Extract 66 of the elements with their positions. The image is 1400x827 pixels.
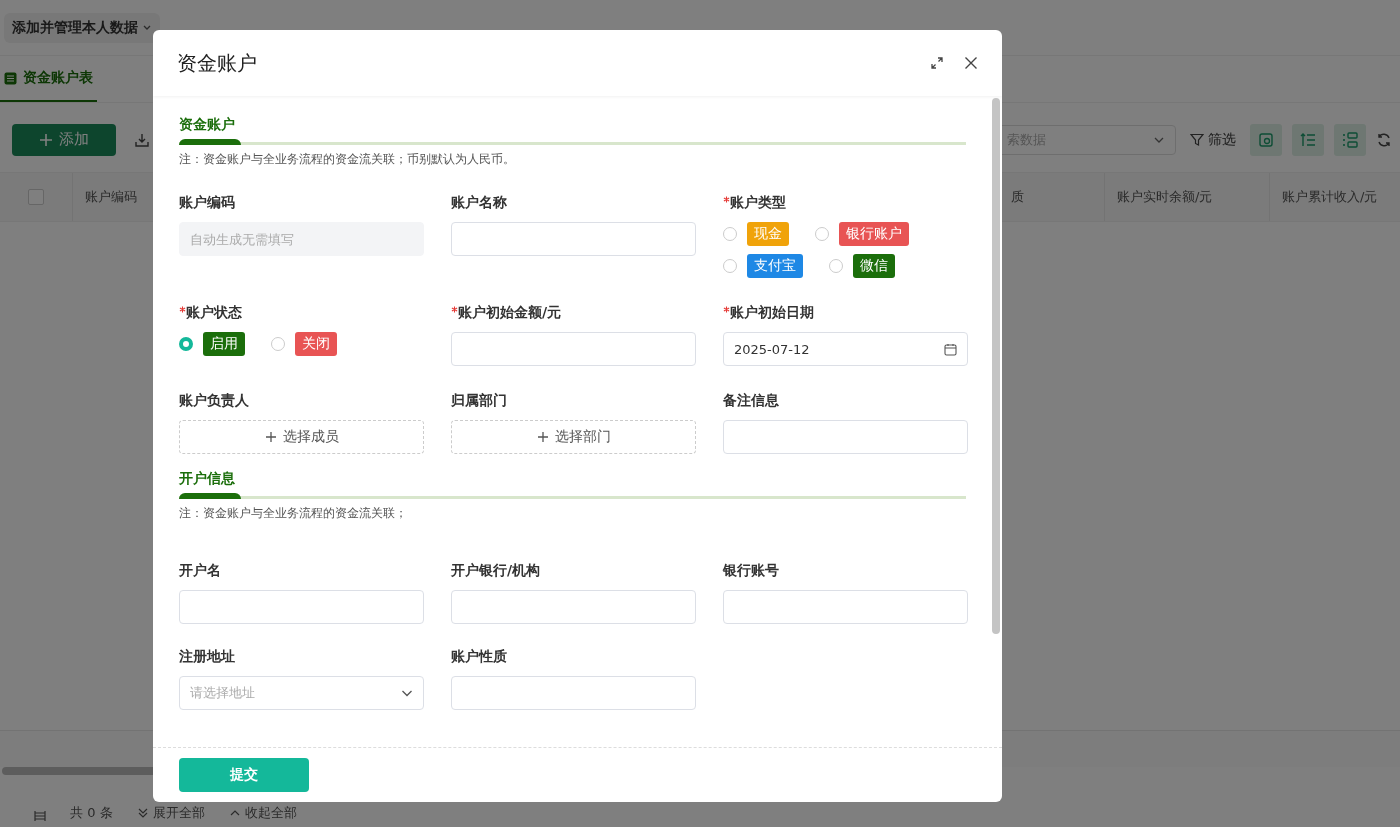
- section-title: 开户信息: [179, 470, 236, 488]
- option-tag[interactable]: 启用: [203, 332, 245, 356]
- field-label: 账户性质: [451, 648, 507, 666]
- option-tag[interactable]: 支付宝: [747, 254, 803, 278]
- input-field[interactable]: [723, 590, 968, 624]
- section-title: 资金账户: [179, 116, 236, 134]
- sort-icon[interactable]: [1292, 123, 1324, 156]
- filter-button[interactable]: 筛选: [1186, 130, 1240, 149]
- dialog-title: 资金账户: [177, 49, 257, 77]
- column-header: 账户实时余额/元: [1117, 188, 1213, 206]
- add-button[interactable]: 添加: [12, 123, 116, 156]
- option-tag[interactable]: 微信: [853, 254, 895, 278]
- field-label: 账户初始日期: [730, 304, 814, 322]
- column-header: 账户累计收入/元: [1282, 188, 1378, 206]
- field-label: 账户负责人: [179, 392, 249, 410]
- plus-icon: [264, 431, 277, 443]
- collapse-all-link[interactable]: 收起全部: [228, 804, 297, 822]
- field-label: 账户编码: [179, 194, 235, 212]
- view-icon[interactable]: [1250, 123, 1282, 156]
- section-note: 注：资金账户与全业务流程的资金流关联；: [179, 505, 408, 522]
- select-button[interactable]: 选择成员: [179, 420, 424, 454]
- field-label: 账户类型: [730, 194, 786, 212]
- option-tag[interactable]: 银行账户: [839, 222, 909, 246]
- field-label: 开户名: [179, 562, 221, 580]
- input-field[interactable]: [179, 590, 424, 624]
- refresh-icon[interactable]: [1376, 131, 1392, 148]
- record-count: 共 0 条: [70, 804, 113, 822]
- submit-button[interactable]: 提交: [179, 758, 309, 792]
- radio-button[interactable]: [179, 337, 193, 351]
- section-note: 注：资金账户与全业务流程的资金流关联；币别默认为人民币。: [179, 151, 516, 168]
- calendar-icon: [944, 342, 957, 356]
- select-button[interactable]: 选择部门: [451, 420, 696, 454]
- breadcrumb-button[interactable]: 添加并管理本人数据: [4, 12, 160, 43]
- checkbox[interactable]: [28, 189, 44, 205]
- input-field[interactable]: [723, 420, 968, 454]
- field-label: 注册地址: [179, 648, 235, 666]
- input-field[interactable]: [451, 590, 696, 624]
- columns-icon[interactable]: [34, 810, 46, 822]
- option-tag[interactable]: 关闭: [295, 332, 337, 356]
- list-icon[interactable]: [1334, 123, 1366, 156]
- field-label: 归属部门: [451, 392, 507, 410]
- input-field[interactable]: [451, 676, 696, 710]
- expand-all-link[interactable]: 展开全部: [136, 804, 205, 822]
- field-label: 账户名称: [451, 194, 507, 212]
- close-icon[interactable]: [964, 56, 978, 70]
- filter-icon: [1190, 132, 1204, 147]
- column-header: 账户编码: [85, 188, 137, 206]
- input-field[interactable]: [451, 332, 696, 366]
- plus-icon: [39, 132, 53, 147]
- option-tag[interactable]: 现金: [747, 222, 789, 246]
- expand-icon[interactable]: [930, 56, 944, 70]
- download-icon[interactable]: [134, 131, 150, 148]
- column-header: 质: [1011, 188, 1024, 206]
- field-label: 银行账号: [723, 562, 779, 580]
- field-label: 账户初始金额/元: [458, 304, 562, 322]
- input-field[interactable]: [451, 222, 696, 256]
- field-label: 开户银行/机构: [451, 562, 541, 580]
- scrollbar[interactable]: [992, 98, 1000, 634]
- table-icon: [4, 71, 17, 85]
- chevrons-down-icon: [136, 807, 149, 819]
- tab[interactable]: 资金账户表: [0, 56, 97, 102]
- plus-icon: [536, 431, 549, 443]
- date-field[interactable]: 2025-07-12: [723, 332, 968, 366]
- field-label: 账户状态: [186, 304, 242, 322]
- select-field[interactable]: 请选择地址: [179, 676, 424, 710]
- field-label: 备注信息: [723, 392, 779, 410]
